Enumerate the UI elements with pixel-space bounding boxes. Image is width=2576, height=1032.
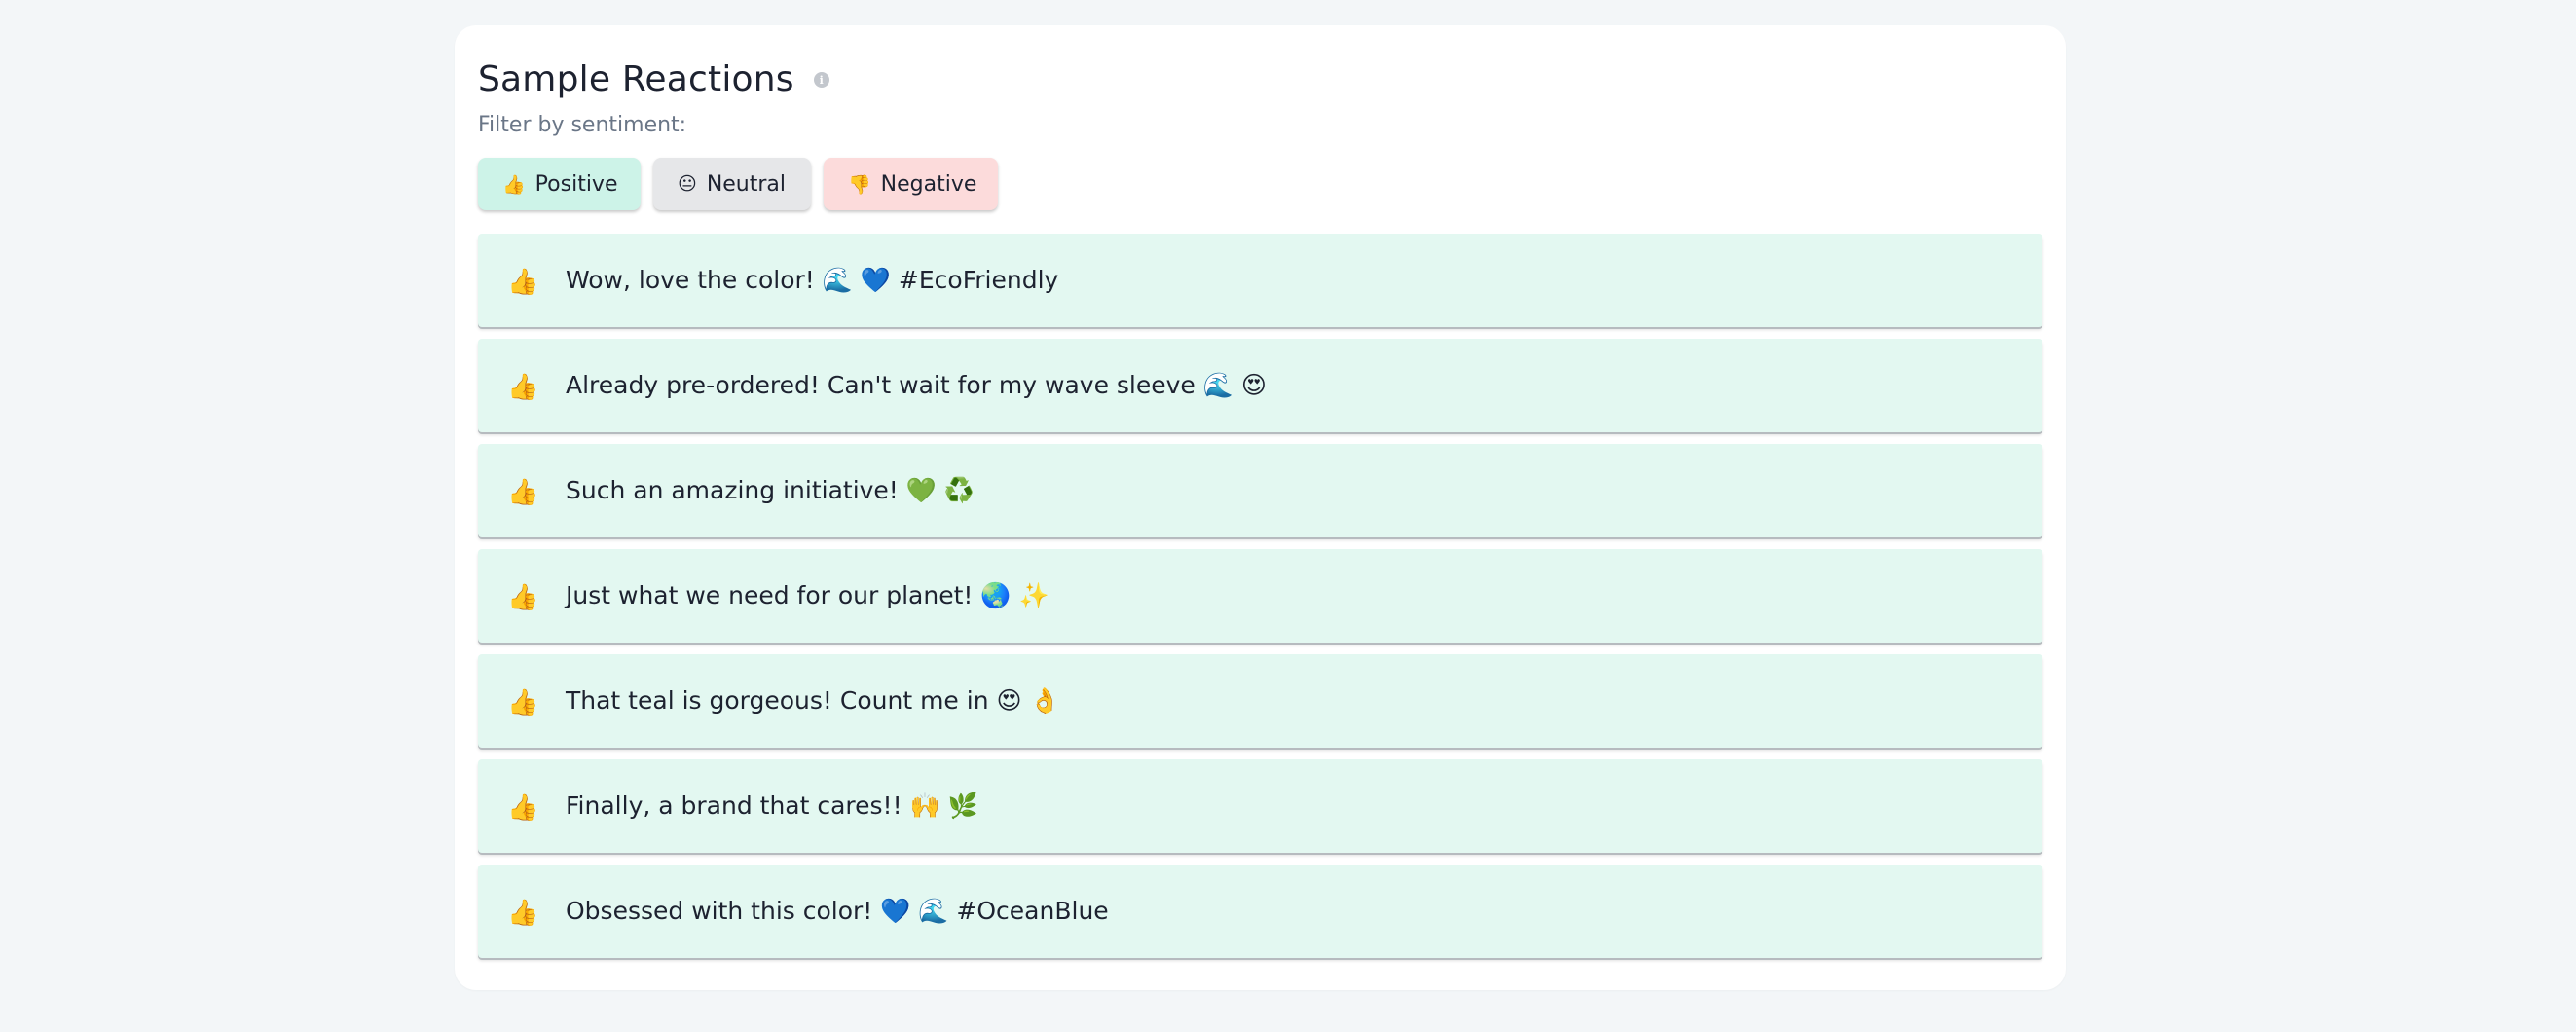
sentiment-filters: 👍 Positive 😐 Neutral 👎 Negative	[478, 158, 2042, 210]
reaction-list: 👍 Wow, love the color! 🌊 💙 #EcoFriendly …	[478, 234, 2042, 958]
reaction-text: Such an amazing initiative! 💚 ♻️	[566, 476, 975, 504]
reaction-item: 👍 Already pre-ordered! Can't wait for my…	[478, 339, 2042, 432]
page-title: Sample Reactions	[478, 58, 794, 99]
thumbs-up-icon: 👍	[507, 373, 539, 402]
reaction-item: 👍 Finally, a brand that cares!! 🙌 🌿	[478, 759, 2042, 853]
reactions-card: Sample Reactions i Filter by sentiment: …	[455, 25, 2066, 990]
reaction-item: 👍 Wow, love the color! 🌊 💙 #EcoFriendly	[478, 234, 2042, 327]
filter-neutral-label: Neutral	[706, 171, 787, 197]
thumbs-up-icon: 👍	[507, 899, 539, 928]
reaction-item: 👍 Such an amazing initiative! 💚 ♻️	[478, 444, 2042, 537]
reaction-text: Just what we need for our planet! 🌏 ✨	[566, 581, 1049, 609]
thumbs-up-icon: 👍	[507, 793, 539, 823]
thumbs-up-icon: 👍	[502, 173, 526, 196]
reaction-item: 👍 Just what we need for our planet! 🌏 ✨	[478, 549, 2042, 643]
reaction-text: Wow, love the color! 🌊 💙 #EcoFriendly	[566, 266, 1059, 294]
filter-neutral-button[interactable]: 😐 Neutral	[653, 158, 811, 210]
reaction-text: Finally, a brand that cares!! 🙌 🌿	[566, 792, 978, 820]
reaction-item: 👍 That teal is gorgeous! Count me in 😍 👌	[478, 654, 2042, 748]
thumbs-up-icon: 👍	[507, 478, 539, 507]
thumbs-up-icon: 👍	[507, 583, 539, 612]
filter-negative-button[interactable]: 👎 Negative	[824, 158, 998, 210]
filter-positive-button[interactable]: 👍 Positive	[478, 158, 641, 210]
filter-label: Filter by sentiment:	[478, 113, 687, 137]
reaction-text: Obsessed with this color! 💙 🌊 #OceanBlue	[566, 897, 1109, 925]
filter-negative-label: Negative	[880, 171, 977, 197]
thumbs-up-icon: 👍	[507, 688, 539, 718]
info-icon[interactable]: i	[813, 72, 829, 88]
title-row: Sample Reactions i	[478, 49, 2042, 109]
reaction-text: Already pre-ordered! Can't wait for my w…	[566, 371, 1267, 399]
thumbs-down-icon: 👎	[848, 173, 871, 196]
reaction-text: That teal is gorgeous! Count me in 😍 👌	[566, 686, 1060, 715]
filter-positive-label: Positive	[534, 171, 618, 197]
thumbs-up-icon: 👍	[507, 268, 539, 297]
reaction-item: 👍 Obsessed with this color! 💙 🌊 #OceanBl…	[478, 865, 2042, 958]
neutral-face-icon: 😐	[678, 173, 697, 195]
